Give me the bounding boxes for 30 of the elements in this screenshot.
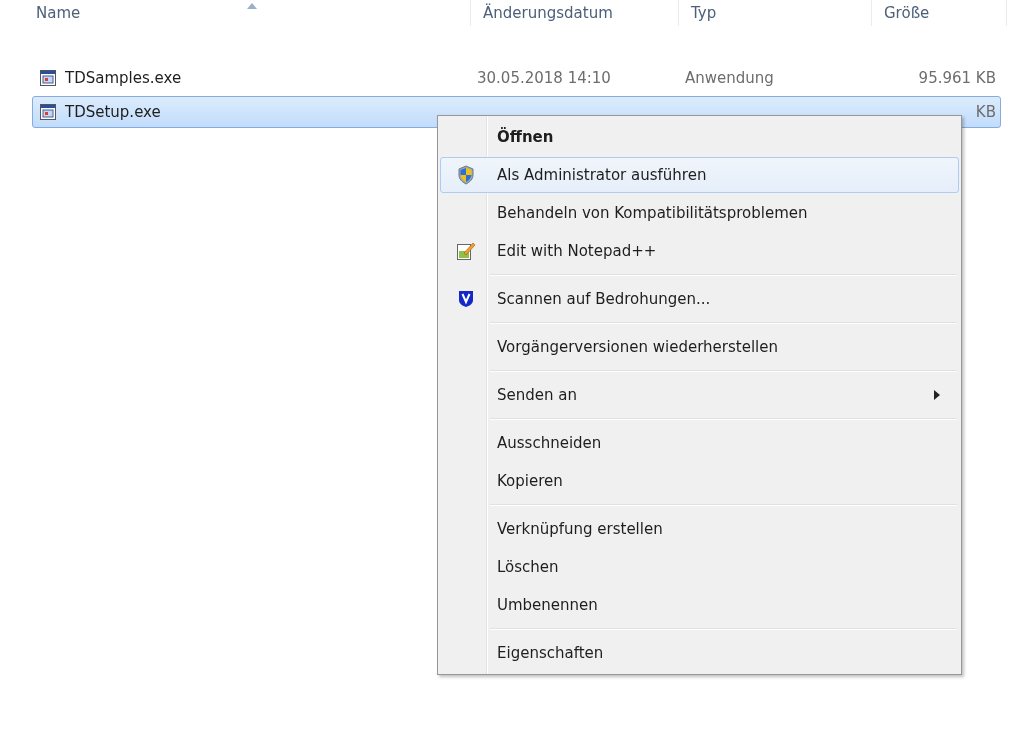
file-size: 95.961 KB: [918, 69, 997, 87]
file-date: 30.05.2018 14:10: [476, 69, 612, 87]
sort-arrow-icon: [247, 3, 257, 9]
menu-item[interactable]: Löschen: [440, 549, 959, 585]
shield-icon: [457, 165, 475, 185]
menu-item[interactable]: Ausschneiden: [440, 425, 959, 461]
column-header[interactable]: Änderungsdatum: [471, 0, 679, 26]
file-name: TDSamples.exe: [65, 69, 182, 87]
menu-item[interactable]: Eigenschaften: [440, 635, 959, 671]
file-row[interactable]: TDSamples.exe 30.05.2018 14:10 Anwendung 95.961 KB: [32, 62, 1001, 94]
menu-item[interactable]: Als Administrator ausführen: [440, 157, 959, 193]
menu-item[interactable]: Senden an: [440, 377, 959, 413]
application-icon: [39, 69, 57, 87]
notepad-pencil-icon: [456, 241, 476, 261]
menu-item[interactable]: Scannen auf Bedrohungen...: [440, 281, 959, 317]
column-header[interactable]: Name: [24, 0, 471, 26]
application-icon: [39, 103, 57, 121]
menu-item[interactable]: Kopieren: [440, 463, 959, 499]
menu-item[interactable]: Vorgängerversionen wiederherstellen: [440, 329, 959, 365]
shield-v-icon: [458, 290, 474, 308]
menu-item[interactable]: Umbenennen: [440, 587, 959, 623]
column-header[interactable]: Größe: [872, 0, 1007, 26]
column-header[interactable]: Typ: [679, 0, 872, 26]
file-type: Anwendung: [684, 69, 775, 87]
menu-item[interactable]: Edit with Notepad++: [440, 233, 959, 269]
file-size: KB: [975, 103, 997, 121]
menu-item[interactable]: Behandeln von Kompatibilitätsproblemen: [440, 195, 959, 231]
file-name: TDSetup.exe: [65, 103, 161, 121]
submenu-arrow-icon: [934, 390, 940, 400]
menu-item[interactable]: Verknüpfung erstellen: [440, 511, 959, 547]
